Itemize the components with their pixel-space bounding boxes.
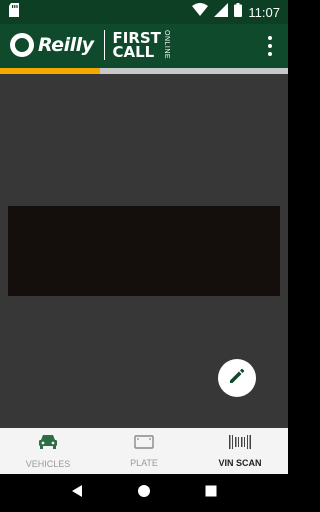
bottom-navigation: VEHICLES PLATE VIN SCAN bbox=[0, 428, 288, 474]
barcode-icon bbox=[229, 434, 251, 454]
logo-brand-text: Reilly bbox=[38, 34, 94, 56]
tab-vehicles-label: VEHICLES bbox=[25, 458, 71, 469]
logo-divider bbox=[103, 30, 105, 60]
camera-preview bbox=[0, 74, 288, 428]
cell-signal-icon bbox=[214, 3, 229, 22]
more-options-button[interactable] bbox=[262, 34, 278, 58]
more-vert-dot bbox=[268, 44, 272, 48]
tab-vin-scan-label: VIN SCAN bbox=[218, 457, 262, 468]
system-navigation-bar bbox=[0, 474, 288, 512]
sd-card-icon bbox=[8, 3, 20, 22]
back-icon[interactable] bbox=[70, 484, 84, 503]
first-call-mark: FIRST CALL ONLINE bbox=[113, 30, 170, 59]
vin-scan-window bbox=[8, 206, 280, 296]
tab-plate[interactable]: PLATE bbox=[96, 428, 192, 474]
more-vert-dot bbox=[268, 52, 272, 56]
recents-icon[interactable] bbox=[204, 484, 218, 503]
tab-vehicles[interactable]: VEHICLES bbox=[0, 428, 96, 474]
home-icon[interactable] bbox=[137, 484, 151, 503]
battery-icon bbox=[234, 3, 243, 22]
status-time: 11:07 bbox=[248, 4, 280, 20]
status-bar: 11:07 bbox=[0, 0, 288, 24]
oreilly-first-call-logo: Reilly FIRST CALL ONLINE bbox=[10, 30, 170, 60]
tab-vin-scan[interactable]: VIN SCAN bbox=[192, 428, 288, 474]
first-call-line-2: CALL bbox=[112, 43, 155, 61]
pencil-icon bbox=[228, 367, 246, 390]
app-bar: Reilly FIRST CALL ONLINE bbox=[0, 24, 288, 68]
online-label: ONLINE bbox=[162, 30, 170, 60]
tab-plate-label: PLATE bbox=[130, 457, 158, 468]
license-plate-icon bbox=[134, 434, 154, 454]
more-vert-icon bbox=[268, 36, 272, 40]
edit-vin-button[interactable] bbox=[218, 359, 256, 397]
car-icon bbox=[38, 434, 58, 455]
logo-o-mark bbox=[10, 33, 34, 57]
wifi-icon bbox=[192, 3, 209, 22]
